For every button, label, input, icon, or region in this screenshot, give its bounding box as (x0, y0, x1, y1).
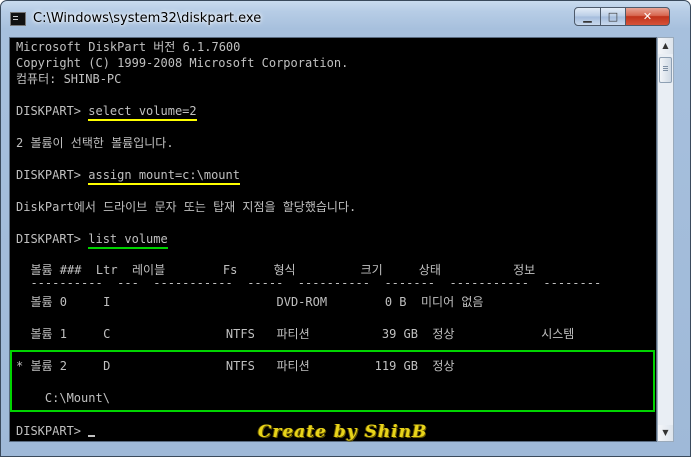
watermark: Create by ShinB (258, 422, 428, 442)
close-button[interactable]: ✕ (625, 7, 670, 26)
final-prompt-line: DISKPART> (16, 423, 96, 439)
text-cursor (88, 435, 96, 437)
console-window: C:\Windows\system32\diskpart.exe ▁ □ ✕ M… (0, 0, 691, 457)
volume-row: 볼륨 1 C NTFS 파티션 39 GB 정상 시스템 (16, 327, 575, 341)
selected-volume-highlight (10, 350, 655, 412)
output-assign: DiskPart에서 드라이브 문자 또는 탑재 지점을 할당했습니다. (16, 200, 357, 214)
command-line: DISKPART> list volume (16, 231, 168, 249)
prompt: DISKPART> (16, 104, 89, 118)
prompt: DISKPART> (16, 232, 89, 246)
copyright-line: Copyright (C) 1999-2008 Microsoft Corpor… (16, 56, 349, 70)
computer-line: 컴퓨터: SHINB-PC (16, 72, 122, 86)
command-select-volume: select volume=2 (88, 104, 197, 121)
maximize-button[interactable]: □ (600, 7, 626, 26)
version-line: Microsoft DiskPart 버전 6.1.7600 (16, 40, 241, 54)
output-select: 2 볼륨이 선택한 볼륨입니다. (16, 136, 174, 150)
command-line: DISKPART> select volume=2 (16, 103, 197, 121)
scroll-up-arrow-icon[interactable]: ▲ (658, 38, 673, 54)
command-assign-mount: assign mount=c:\mount (88, 168, 240, 185)
volume-row: 볼륨 0 I DVD-ROM 0 B 미디어 없음 (16, 295, 484, 309)
command-list-volume: list volume (88, 232, 168, 249)
command-line: DISKPART> assign mount=c:\mount (16, 167, 240, 185)
volume-table-separator: ---------- --- ----------- ----- -------… (16, 276, 602, 290)
title-bar[interactable]: C:\Windows\system32\diskpart.exe ▁ □ ✕ (1, 1, 690, 37)
cmd-app-icon[interactable] (10, 12, 26, 26)
minimize-button[interactable]: ▁ (574, 7, 601, 26)
window-title: C:\Windows\system32\diskpart.exe (33, 11, 262, 26)
prompt: DISKPART> (16, 168, 89, 182)
scroll-down-arrow-icon[interactable]: ▼ (658, 425, 673, 441)
prompt: DISKPART> (16, 424, 89, 438)
scroll-thumb[interactable] (659, 57, 672, 83)
vertical-scrollbar[interactable]: ▲ ▼ (657, 37, 674, 442)
console-output[interactable]: Microsoft DiskPart 버전 6.1.7600 Copyright… (9, 37, 657, 442)
